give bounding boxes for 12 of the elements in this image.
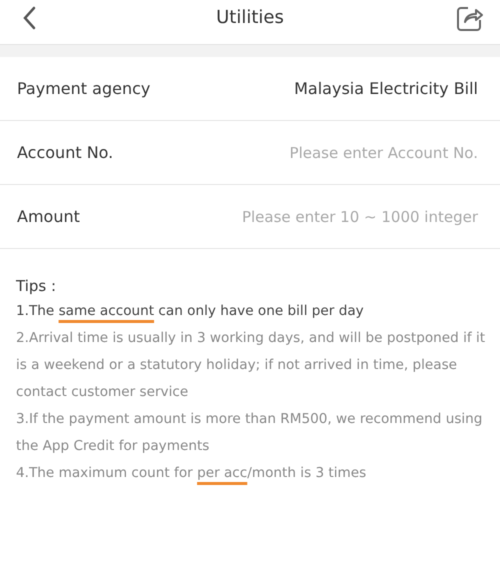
back-icon[interactable]: [22, 6, 36, 30]
field-label: Payment agency: [17, 79, 150, 98]
tip-text: 1.The same account can only have one bill per day: [16, 302, 365, 321]
tip-text: 4.The maximum count for per acc/month is 3 times: [16, 464, 368, 483]
input-field[interactable]: Please enter Account No.: [218, 144, 478, 162]
tips-heading: Tips :: [16, 277, 58, 295]
field-label: Account No.: [17, 143, 114, 162]
page-title: Utilities: [216, 7, 284, 28]
tip-text: 2.Arrival time is usually in 3 working days, and will be postponed if it is a weekend or a statutory holiday; if not arrived in time, please contact customer service: [16, 329, 486, 402]
field-label: Amount: [17, 207, 80, 226]
field-value[interactable]: Malaysia Electricity Bill: [294, 79, 478, 98]
input-field[interactable]: Please enter 10 ~ 1000 integer: [218, 208, 478, 226]
